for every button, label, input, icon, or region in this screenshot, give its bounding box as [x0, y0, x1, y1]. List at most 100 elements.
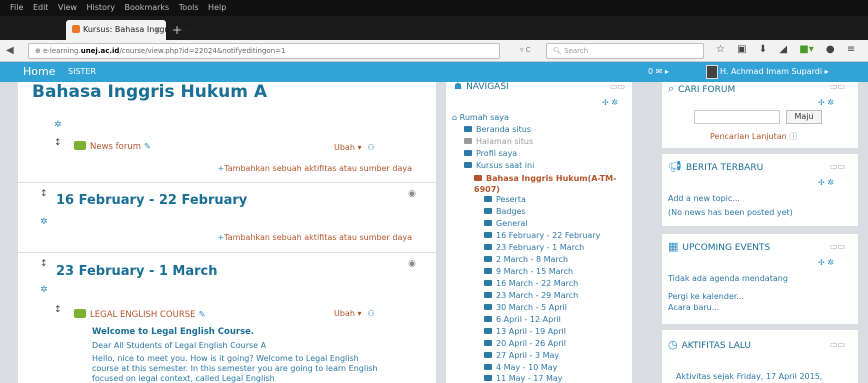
- send-icon[interactable]: ◢: [779, 44, 787, 55]
- no-news-text: (No news has been posted yet): [668, 208, 793, 217]
- gear-icon[interactable]: ✲: [40, 285, 48, 295]
- nav-section[interactable]: 4 May - 10 May: [484, 363, 557, 372]
- addon-icon[interactable]: ■▾: [799, 44, 813, 55]
- nav-profil-saya[interactable]: Profil saya: [464, 149, 517, 158]
- menu-view[interactable]: View: [58, 3, 77, 12]
- block-controls-icon[interactable]: ▭▭: [830, 162, 845, 171]
- move-icon[interactable]: ↕: [40, 189, 48, 199]
- add-activity-link[interactable]: +Tambahkan sebuah aktifitas atau sumber …: [218, 164, 413, 173]
- nav-peserta[interactable]: Peserta: [484, 195, 526, 204]
- nav-section[interactable]: 20 April - 26 April: [484, 339, 566, 348]
- block-controls-icon[interactable]: ▭▭: [830, 340, 845, 349]
- nav-current-course[interactable]: Bahasa Inggris Hukum(A-TM-6907): [474, 173, 624, 195]
- search-icon: ⌕: [668, 82, 675, 95]
- nav-section[interactable]: 11 May - 17 May: [484, 374, 563, 383]
- move-icon[interactable]: ↕: [40, 259, 48, 269]
- back-arrow-icon[interactable]: ◀: [6, 45, 14, 56]
- download-icon[interactable]: ⬇: [759, 44, 767, 55]
- menu-history[interactable]: History: [87, 3, 115, 12]
- hamburger-menu-icon[interactable]: ≡: [847, 44, 855, 55]
- tab-strip: Kursus: Bahasa Inggris Huk... × +: [0, 16, 868, 40]
- search-forum-input[interactable]: [694, 110, 780, 124]
- move-icon[interactable]: ↕: [54, 305, 62, 315]
- url-prefix: e-learning.: [43, 47, 81, 55]
- tab-title: Kursus: Bahasa Inggris Huk...: [83, 25, 200, 34]
- menu-help[interactable]: Help: [208, 3, 226, 12]
- bookmark-star-icon[interactable]: ☆: [716, 44, 725, 55]
- url-bar[interactable]: ⊕ e-learning.unej.ac.id/course/view.php?…: [28, 43, 500, 59]
- chat-icon[interactable]: ●: [826, 44, 835, 55]
- user-menu[interactable]: H. Achmad Imam Supardi ▸: [720, 67, 829, 76]
- eye-icon[interactable]: ◉: [408, 189, 416, 199]
- navigation-block-title: ☗ NAVIGASI: [454, 82, 509, 92]
- block-actions-icon[interactable]: ✢ ✲: [818, 258, 834, 267]
- menu-bookmarks[interactable]: Bookmarks: [125, 3, 170, 12]
- nav-label: 16 February - 22 February: [496, 231, 601, 240]
- nav-general[interactable]: General: [484, 219, 528, 228]
- block-actions-icon[interactable]: ✢ ✲: [818, 98, 834, 107]
- nav-section[interactable]: 16 February - 22 February: [484, 231, 600, 240]
- reload-icon[interactable]: ▿ C: [520, 46, 531, 54]
- nav-section[interactable]: 2 March - 8 March: [484, 255, 568, 264]
- legal-english-course-link[interactable]: LEGAL ENGLISH COURSE ✎: [74, 309, 206, 320]
- avatar[interactable]: [706, 65, 718, 79]
- block-actions-icon[interactable]: ✢ ✲: [818, 178, 834, 187]
- close-tab-icon[interactable]: ×: [154, 25, 161, 34]
- nav-section[interactable]: 27 April - 3 May: [484, 351, 559, 360]
- nav-halaman-situs[interactable]: Halaman situs: [464, 137, 533, 146]
- home-link[interactable]: Home: [23, 65, 55, 78]
- nav-badges[interactable]: Badges: [484, 207, 526, 216]
- pencil-icon[interactable]: ✎: [144, 142, 151, 152]
- home-icon: ⌂: [452, 113, 460, 122]
- add-activity-link[interactable]: +Tambahkan sebuah aktifitas atau sumber …: [218, 233, 413, 242]
- group-mode-icon[interactable]: ⚇: [367, 309, 374, 318]
- nav-section[interactable]: 30 March - 5 April: [484, 303, 567, 312]
- nav-section[interactable]: 23 March - 29 March: [484, 291, 578, 300]
- help-icon[interactable]: ⓘ: [789, 132, 797, 141]
- browser-menu-bar: File Edit View History Bookmarks Tools H…: [0, 0, 868, 16]
- advanced-search-link[interactable]: Pencarian Lanjutan ⓘ: [710, 131, 797, 142]
- new-tab-icon[interactable]: +: [172, 23, 182, 37]
- browser-search-box[interactable]: 🔍︎ Search: [546, 43, 704, 59]
- nav-section[interactable]: 13 April - 19 April: [484, 327, 566, 336]
- nav-section[interactable]: 6 April - 12 April: [484, 315, 561, 324]
- nav-label: Rumah saya: [459, 113, 509, 122]
- sister-link[interactable]: SISTER: [68, 67, 96, 76]
- block-controls-icon[interactable]: ▭▭: [610, 82, 625, 91]
- edit-menu[interactable]: Ubah ▾ ⚇: [334, 143, 375, 152]
- gear-icon[interactable]: ✲: [40, 217, 48, 227]
- reading-list-icon[interactable]: ▣: [737, 44, 746, 55]
- user-icon: [464, 150, 472, 156]
- search-forum-button[interactable]: Maju: [786, 110, 822, 124]
- nav-kursus-saat-ini[interactable]: Kursus saat ini: [464, 161, 534, 170]
- nav-beranda-situs[interactable]: Beranda situs: [464, 125, 531, 134]
- block-controls-icon[interactable]: ▭▭: [830, 82, 845, 91]
- menu-edit[interactable]: Edit: [33, 3, 49, 12]
- goto-calendar-link[interactable]: Pergi ke kalender...: [668, 292, 744, 301]
- pencil-icon[interactable]: ✎: [199, 310, 206, 320]
- nav-section[interactable]: 9 March - 15 March: [484, 267, 573, 276]
- folder-icon: [484, 364, 492, 370]
- block-actions-icon[interactable]: ✢ ✲: [602, 98, 618, 107]
- news-forum-link[interactable]: News forum ✎: [74, 141, 151, 152]
- browser-navigation-bar: ◀ ⊕ e-learning.unej.ac.id/course/view.ph…: [0, 40, 868, 62]
- browser-tab[interactable]: Kursus: Bahasa Inggris Huk... ×: [66, 20, 200, 40]
- menu-tools[interactable]: Tools: [179, 3, 199, 12]
- nav-section[interactable]: 16 March - 22 March: [484, 279, 578, 288]
- menu-file[interactable]: File: [10, 3, 23, 12]
- messages-menu[interactable]: 0 ✉ ▸: [648, 67, 669, 76]
- edit-menu[interactable]: Ubah ▾ ⚇: [334, 309, 375, 318]
- legal-english-course-label: LEGAL ENGLISH COURSE: [90, 310, 196, 320]
- move-icon[interactable]: ↕: [54, 138, 62, 148]
- nav-section[interactable]: 23 February - 1 March: [484, 243, 584, 252]
- nav-label: 13 April - 19 April: [496, 327, 566, 336]
- nav-label: 20 April - 26 April: [496, 339, 566, 348]
- nav-rumah-saya[interactable]: ⌂ Rumah saya: [452, 113, 509, 122]
- eye-icon[interactable]: ◉: [408, 259, 416, 269]
- new-event-link[interactable]: Acara baru...: [668, 303, 719, 312]
- block-controls-icon[interactable]: ▭▭: [830, 242, 845, 251]
- add-topic-link[interactable]: Add a new topic...: [668, 194, 740, 203]
- group-mode-icon[interactable]: ⚇: [367, 143, 374, 152]
- gear-icon[interactable]: ✲: [54, 120, 62, 130]
- nav-label: 6 April - 12 April: [496, 315, 561, 324]
